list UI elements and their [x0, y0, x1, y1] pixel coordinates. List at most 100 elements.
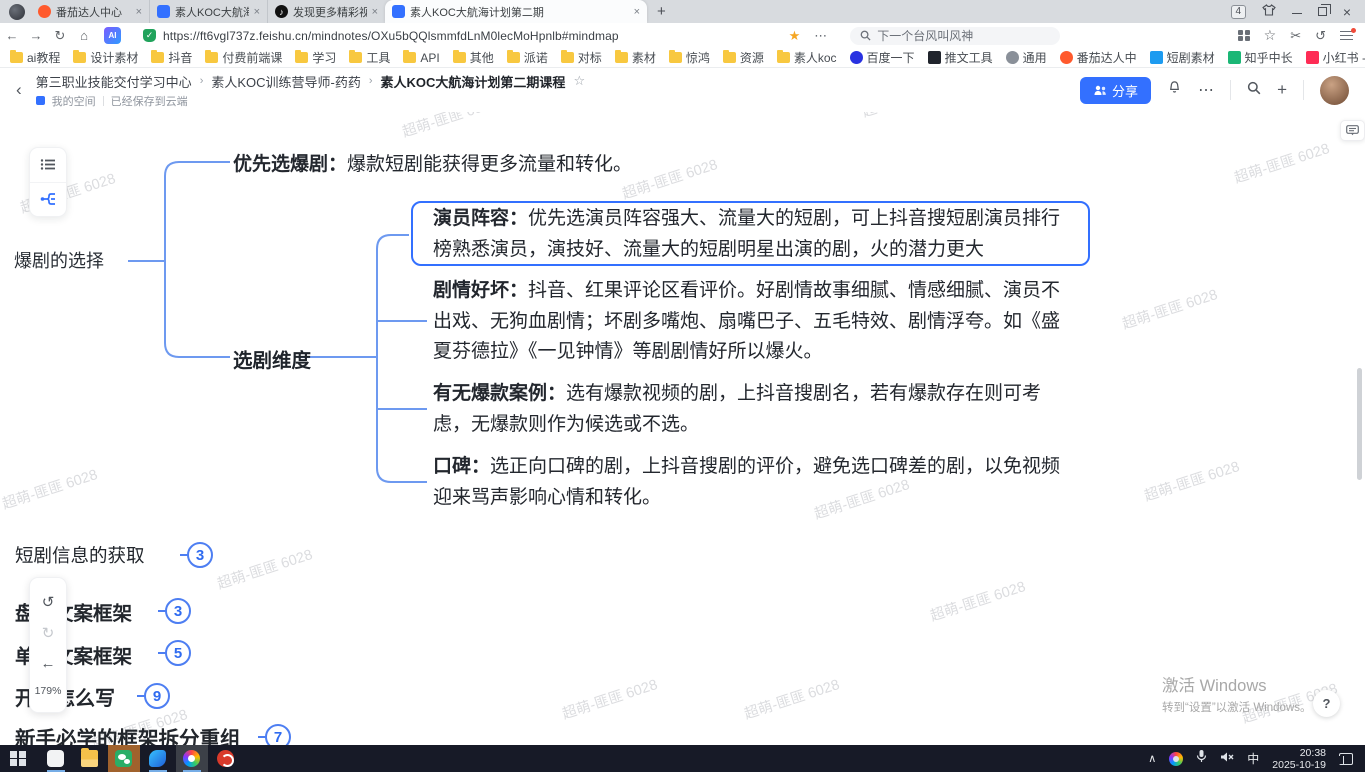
browser-tab[interactable]: 番茄达人中心 ×	[31, 0, 149, 23]
locate-back-icon[interactable]: ←	[41, 655, 56, 672]
tab-close-icon[interactable]: ×	[254, 6, 260, 18]
mindmap-collapsed-node[interactable]: 新手必学的框架拆分重组	[15, 722, 241, 745]
breadcrumb-item[interactable]: 素人KOC训练营导师-药药	[211, 72, 361, 91]
tray-expand-icon[interactable]: ∧	[1148, 752, 1156, 765]
mindmap-node-priority[interactable]: 优先选爆剧：爆款短剧能获得更多流量和转化。	[233, 149, 632, 176]
taskbar-feishu[interactable]	[142, 745, 174, 772]
child-count-badge[interactable]: 3	[187, 542, 213, 568]
screenshot-scissors-icon[interactable]: ✂	[1290, 28, 1301, 44]
url-text[interactable]: https://ft6vgl737z.feishu.cn/mindnotes/O…	[163, 29, 619, 43]
redo-icon[interactable]: ↻	[42, 624, 55, 642]
bookmark-item[interactable]: 素材	[615, 49, 656, 66]
taskbar-wechat[interactable]	[108, 745, 140, 772]
bookmark-item[interactable]: 付费前端课	[205, 49, 282, 66]
bookmark-star-icon[interactable]: ★	[789, 28, 801, 44]
microphone-icon[interactable]	[1196, 749, 1207, 768]
bookmark-item[interactable]: 番茄达人中	[1060, 49, 1137, 66]
taskbar-pinned-app[interactable]	[40, 745, 72, 772]
history-undo-icon[interactable]: ↺	[1315, 28, 1326, 44]
child-count-badge[interactable]: 9	[144, 683, 170, 709]
bookmark-item[interactable]: 其他	[453, 49, 494, 66]
bookmark-item[interactable]: ai教程	[10, 49, 60, 66]
browser-search-box[interactable]: 下一个台风叫风神	[850, 27, 1060, 45]
mindmap-child-node[interactable]: 演员阵容：优先选演员阵容强大、流量大的短剧，可上抖音搜短剧演员排行榜熟悉演员，演…	[433, 204, 1075, 265]
browser-tab[interactable]: ♪ 发现更多精彩视频 - 抖音搜索 ×	[267, 0, 385, 23]
favorite-star-icon[interactable]: ☆	[573, 73, 585, 89]
child-count-badge[interactable]: 7	[265, 724, 291, 745]
home-icon[interactable]: ⌂	[72, 28, 96, 43]
browser-tab[interactable]: 素人KOC大航海计划第二期 ×	[149, 0, 267, 23]
browser-profile-avatar[interactable]	[9, 4, 25, 20]
apps-grid-icon[interactable]	[1238, 30, 1250, 42]
mindmap-root-node[interactable]: 爆剧的选择	[14, 247, 104, 273]
theme-skin-icon[interactable]	[1262, 3, 1276, 21]
tab-close-icon[interactable]: ×	[372, 6, 378, 18]
taskbar-clock[interactable]: 20:38 2025-10-19	[1272, 747, 1326, 771]
create-new-icon[interactable]: +	[1277, 80, 1287, 100]
bookmark-item[interactable]: 小红书 - 你	[1306, 49, 1365, 66]
bookmark-item[interactable]: 工具	[349, 49, 390, 66]
doc-back-icon[interactable]: ‹	[16, 80, 22, 100]
mindmap-child-node[interactable]: 剧情好坏：抖音、红果评论区看评价。好剧情故事细腻、情感细腻、演员不出戏、无狗血剧…	[433, 276, 1075, 368]
mindmap-view-button[interactable]	[30, 182, 66, 217]
start-button[interactable]	[10, 751, 26, 767]
taskbar-red-app[interactable]	[210, 745, 242, 772]
bookmark-item[interactable]: 抖音	[151, 49, 192, 66]
mindmap-collapsed-node[interactable]: 短剧信息的获取	[15, 542, 145, 568]
tray-browser-icon[interactable]	[1169, 752, 1183, 766]
more-options-icon[interactable]: ⋯	[1198, 80, 1214, 100]
restore-button[interactable]	[1318, 7, 1327, 16]
bookmark-item[interactable]: 资源	[723, 49, 764, 66]
tab-count-badge[interactable]: 4	[1231, 5, 1246, 19]
bookmark-item[interactable]: 短剧素材	[1150, 49, 1215, 66]
bookmark-item[interactable]: 派诺	[507, 49, 548, 66]
comment-button[interactable]	[1340, 120, 1365, 141]
notifications-bell-icon[interactable]	[1167, 80, 1182, 100]
action-center-icon[interactable]	[1339, 753, 1353, 765]
vertical-scrollbar[interactable]	[1357, 368, 1362, 480]
bookmark-item[interactable]: 百度一下	[850, 49, 915, 66]
bookmark-item[interactable]: 推文工具	[928, 49, 993, 66]
help-button[interactable]: ?	[1313, 690, 1340, 717]
bookmark-item[interactable]: 对标	[561, 49, 602, 66]
bookmark-item[interactable]: API	[403, 51, 439, 65]
minimize-button[interactable]	[1292, 13, 1302, 14]
mindmap-child-node[interactable]: 口碑：选正向口碑的剧，上抖音搜剧的评价，避免选口碑差的剧，以免视频迎来骂声影响心…	[433, 452, 1075, 513]
bookmark-item[interactable]: 知乎中长	[1228, 49, 1293, 66]
reload-icon[interactable]: ↻	[48, 28, 72, 44]
bookmark-item[interactable]: 素人koc	[777, 49, 837, 66]
tab-close-icon[interactable]: ×	[634, 6, 640, 18]
menu-icon[interactable]	[1340, 31, 1353, 40]
child-count-badge[interactable]: 5	[165, 640, 191, 666]
outline-view-button[interactable]	[30, 148, 66, 182]
mindmap-child-node[interactable]: 有无爆款案例：选有爆款视频的剧，上抖音搜剧名，若有爆款存在则可考虑，无爆款则作为…	[433, 379, 1075, 440]
taskbar-file-explorer[interactable]	[74, 745, 106, 772]
bookmark-item[interactable]: 学习	[295, 49, 336, 66]
tab-close-icon[interactable]: ×	[136, 6, 142, 18]
speaker-muted-icon[interactable]	[1220, 750, 1234, 768]
close-button[interactable]: ×	[1343, 7, 1351, 17]
new-tab-button[interactable]: +	[657, 3, 666, 20]
space-label[interactable]: 我的空间	[52, 93, 96, 109]
breadcrumb-item[interactable]: 第三职业技能交付学习中心	[36, 72, 192, 91]
user-avatar[interactable]	[1320, 76, 1349, 105]
bookmark-item[interactable]: 通用	[1006, 49, 1047, 66]
zoom-level[interactable]: 179%	[35, 685, 62, 697]
undo-icon[interactable]: ↺	[42, 593, 55, 611]
ai-assistant-icon[interactable]: AI	[104, 27, 121, 44]
favorites-icon[interactable]: ☆	[1264, 27, 1277, 44]
mindmap-node-dimensions[interactable]: 选剧维度	[233, 344, 311, 373]
breadcrumb-item[interactable]: 素人KOC大航海计划第二期课程	[381, 72, 566, 91]
mindmap-canvas[interactable]: 超萌-匪匪 6028超萌-匪匪 6028超萌-匪匪 6028超萌-匪匪 6028…	[0, 112, 1365, 745]
forward-icon[interactable]: →	[24, 28, 48, 43]
taskbar-browser[interactable]	[176, 745, 208, 772]
child-count-badge[interactable]: 3	[165, 598, 191, 624]
bookmark-item[interactable]: 设计素材	[73, 49, 138, 66]
security-shield-icon[interactable]: ✓	[143, 29, 156, 42]
back-icon[interactable]: ←	[0, 28, 24, 43]
share-button[interactable]: 分享	[1080, 77, 1151, 104]
url-more-icon[interactable]: ⋯	[814, 28, 828, 44]
ime-indicator[interactable]: 中	[1247, 750, 1259, 767]
browser-tab[interactable]: 素人KOC大航海计划第二期 ×	[385, 0, 647, 23]
bookmark-item[interactable]: 惊鸿	[669, 49, 710, 66]
